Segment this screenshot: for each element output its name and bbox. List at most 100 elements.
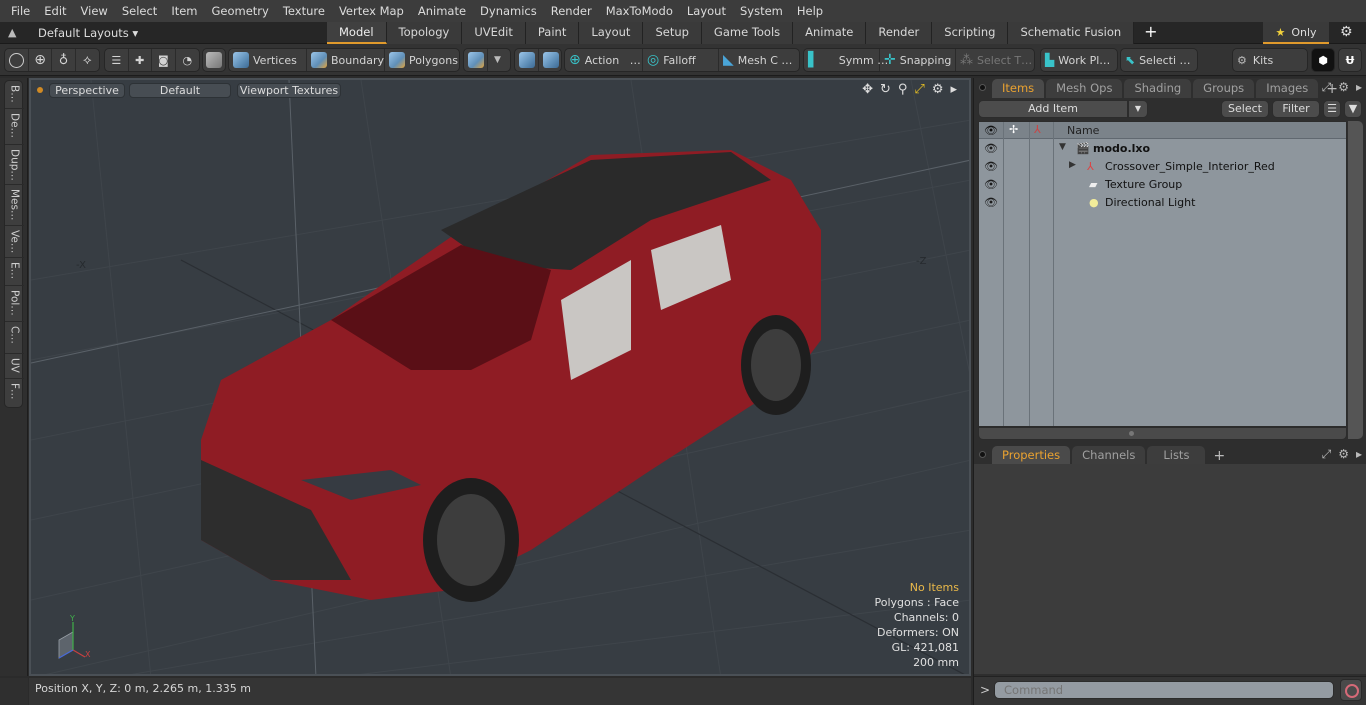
tab-mesh-ops[interactable]: Mesh Ops (1046, 79, 1123, 98)
pan-icon[interactable]: ✥ (862, 82, 873, 97)
collapsed-triangle-icon[interactable]: ▶ (1069, 160, 1076, 170)
rotate-icon[interactable]: ↻ (880, 82, 891, 97)
tab-schematic-fusion[interactable]: Schematic Fusion (1008, 22, 1135, 44)
scroll-knob[interactable] (1129, 431, 1134, 436)
layout-dropdown[interactable]: Default Layouts ▾ (38, 22, 138, 44)
tab-images[interactable]: Images (1256, 79, 1319, 98)
lasso-button[interactable]: ⟡ (76, 49, 99, 71)
action-center-button[interactable]: ⊕ Action … (565, 49, 643, 71)
visibility-eye-icon[interactable]: 👁 (984, 142, 998, 155)
viewport-textures-button[interactable]: Viewport Textures (237, 83, 341, 98)
selection-sets-button[interactable]: ⬉ Selecti … (1121, 49, 1197, 71)
polygons-button[interactable]: Polygons (385, 49, 459, 71)
snapping-button[interactable]: ✛ Snapping (880, 49, 956, 71)
tree-row-scene[interactable]: 👁 ▼ 🎬 modo.lxo (979, 140, 1346, 158)
menu-edit[interactable]: Edit (37, 0, 73, 22)
select-through-button[interactable]: ⁂ Select T… (956, 49, 1034, 71)
menu-select[interactable]: Select (115, 0, 164, 22)
tree-row-texture-group[interactable]: 👁 ▰ Texture Group (979, 176, 1346, 194)
menu-render[interactable]: Render (544, 0, 599, 22)
menu-file[interactable]: File (4, 0, 37, 22)
falloff-button[interactable]: ◎ Falloff (643, 49, 719, 71)
vtab-edge[interactable]: E… (5, 258, 24, 286)
3d-viewport[interactable]: Perspective Default Viewport Textures ✥ … (29, 78, 971, 676)
vtab-uv[interactable]: UV (5, 354, 24, 379)
add-item-dropdown[interactable]: ▼ (1128, 100, 1148, 118)
menu-maxtomodo[interactable]: MaxToModo (599, 0, 680, 22)
add-tab-button[interactable]: + (1134, 22, 1167, 44)
vtab-polygon[interactable]: Pol… (5, 286, 24, 322)
tab-animate[interactable]: Animate (793, 22, 867, 44)
add-item-button[interactable]: Add Item (978, 100, 1128, 118)
vtab-duplicate[interactable]: Dup… (5, 145, 24, 185)
modo-cube-button[interactable]: ⬢ (1312, 49, 1334, 71)
maximize-icon[interactable]: ⤢ (914, 82, 924, 97)
expand-panel-icon[interactable]: ⤢ (1322, 80, 1332, 95)
visibility-eye-icon[interactable]: 👁 (984, 196, 998, 209)
pen-button[interactable]: ♁ (52, 49, 76, 71)
only-toggle[interactable]: ★ Only (1263, 22, 1329, 44)
command-input[interactable] (994, 681, 1334, 699)
axis-header-icon[interactable]: ⅄ (1034, 123, 1041, 136)
tab-shading[interactable]: Shading (1124, 79, 1192, 98)
tab-topology[interactable]: Topology (386, 22, 463, 44)
menu-system[interactable]: System (733, 0, 790, 22)
tab-lists[interactable]: Lists (1147, 446, 1206, 465)
globe-button[interactable]: ⊕ (29, 49, 53, 71)
vtab-mesh-edit[interactable]: Mes… (5, 185, 24, 226)
viewport-options-dot[interactable] (37, 87, 43, 93)
shading-button[interactable]: Default (129, 83, 231, 98)
chevron-down-icon[interactable]: ▼ (488, 55, 507, 65)
expand-arrow-icon[interactable]: ▸ (950, 82, 957, 97)
filter-button[interactable]: Filter (1272, 100, 1320, 118)
menu-item[interactable]: Item (164, 0, 204, 22)
tree-vertical-scrollbar[interactable] (1348, 121, 1363, 439)
visibility-header-icon[interactable]: 👁 (984, 124, 998, 137)
tab-model[interactable]: Model (327, 22, 387, 44)
tab-properties[interactable]: Properties (992, 446, 1071, 465)
viewport-gear-icon[interactable]: ⚙ (932, 82, 944, 97)
panel-options-dot[interactable] (979, 451, 986, 458)
material-mode-button[interactable] (464, 49, 488, 71)
unreal-button[interactable]: Ʉ (1339, 49, 1361, 71)
lock-header-icon[interactable]: ✢ (1009, 123, 1018, 136)
tab-render[interactable]: Render (866, 22, 933, 44)
tab-layout[interactable]: Layout (579, 22, 644, 44)
menu-vertex-map[interactable]: Vertex Map (332, 0, 411, 22)
tab-paint[interactable]: Paint (525, 22, 580, 44)
tab-scripting[interactable]: Scripting (932, 22, 1009, 44)
tab-channels[interactable]: Channels (1072, 446, 1146, 465)
tab-groups[interactable]: Groups (1193, 79, 1255, 98)
select-circle-button[interactable] (5, 49, 29, 71)
menu-geometry[interactable]: Geometry (205, 0, 276, 22)
record-macro-button[interactable] (1340, 679, 1362, 701)
menu-texture[interactable]: Texture (276, 0, 332, 22)
panel-menu-arrow-icon[interactable]: ▸ (1356, 447, 1362, 462)
collapse-arrow-icon[interactable]: ▲ (8, 26, 20, 40)
world-axis-button[interactable] (515, 49, 539, 71)
vtab-basic[interactable]: B… (5, 81, 24, 109)
cross-button[interactable]: ✚ (129, 49, 153, 71)
panel-gear-icon[interactable]: ⚙ (1338, 80, 1349, 95)
work-plane-button[interactable]: ▙ Work Pl… (1041, 49, 1117, 71)
vtab-deform[interactable]: De… (5, 109, 24, 145)
vtab-curve[interactable]: C… (5, 322, 24, 354)
select-button[interactable]: Select (1221, 100, 1269, 118)
expand-triangle-icon[interactable]: ▼ (1059, 142, 1066, 152)
menu-layout[interactable]: Layout (680, 0, 733, 22)
gear-icon[interactable]: ⚙ (1340, 24, 1353, 40)
tree-row-mesh[interactable]: 👁 ▶ ⅄ Crossover_Simple_Interior_Red (979, 158, 1346, 176)
menu-view[interactable]: View (74, 0, 115, 22)
align-button[interactable]: ☰ (105, 49, 129, 71)
menu-animate[interactable]: Animate (411, 0, 473, 22)
expand-panel-icon[interactable]: ⤢ (1322, 447, 1332, 462)
boundary-button[interactable]: Boundary (307, 49, 385, 71)
tab-uvedit[interactable]: UVEdit (462, 22, 526, 44)
zoom-icon[interactable]: ⚲ (898, 82, 908, 97)
visibility-eye-icon[interactable]: 👁 (984, 160, 998, 173)
visibility-eye-icon[interactable]: 👁 (984, 178, 998, 191)
tab-game-tools[interactable]: Game Tools (701, 22, 794, 44)
kits-button[interactable]: ⚙ Kits (1233, 49, 1307, 71)
panel-menu-arrow-icon[interactable]: ▸ (1356, 80, 1362, 95)
add-properties-tab-button[interactable]: + (1207, 447, 1231, 465)
